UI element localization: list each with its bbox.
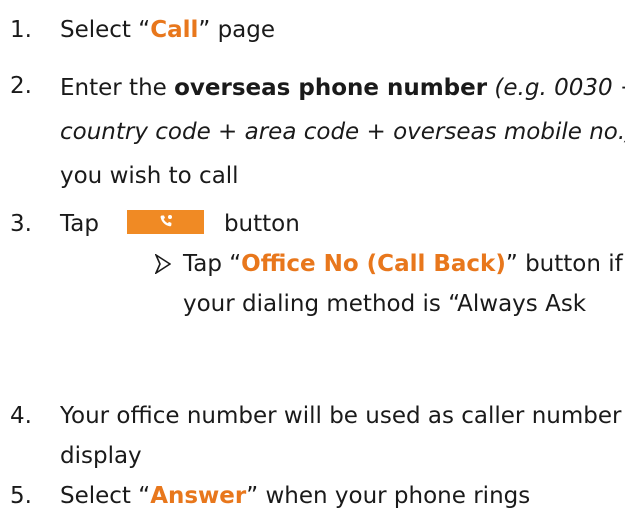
step-number: 2. [10,73,32,99]
step-text: Your office number will be used as calle… [60,403,622,469]
step-number: 5. [10,483,32,509]
call-button[interactable] [126,210,204,234]
sub-item-text: Tap “Office No (Call Back)” button if yo… [183,251,623,317]
answer-highlight: Answer [150,483,247,509]
step-text: Select “Call” page [60,17,276,43]
office-no-highlight: Office No (Call Back) [241,251,506,277]
step-number: 1. [10,17,32,43]
step-text: Select “Answer” when your phone rings [60,483,531,509]
step-text: Tap button [60,210,300,237]
call-highlight: Call [150,17,199,43]
phone-plus-icon [160,215,172,227]
arrow-bullet-icon [155,254,171,274]
instruction-list: 1. Select “Call” page 2. Enter the overs… [0,0,625,522]
step-text: Enter the overseas phone number (e.g. 00… [60,66,625,198]
overseas-number-bold: overseas phone number [174,75,488,101]
step-number: 4. [10,403,32,429]
step-number: 3. [10,211,32,237]
